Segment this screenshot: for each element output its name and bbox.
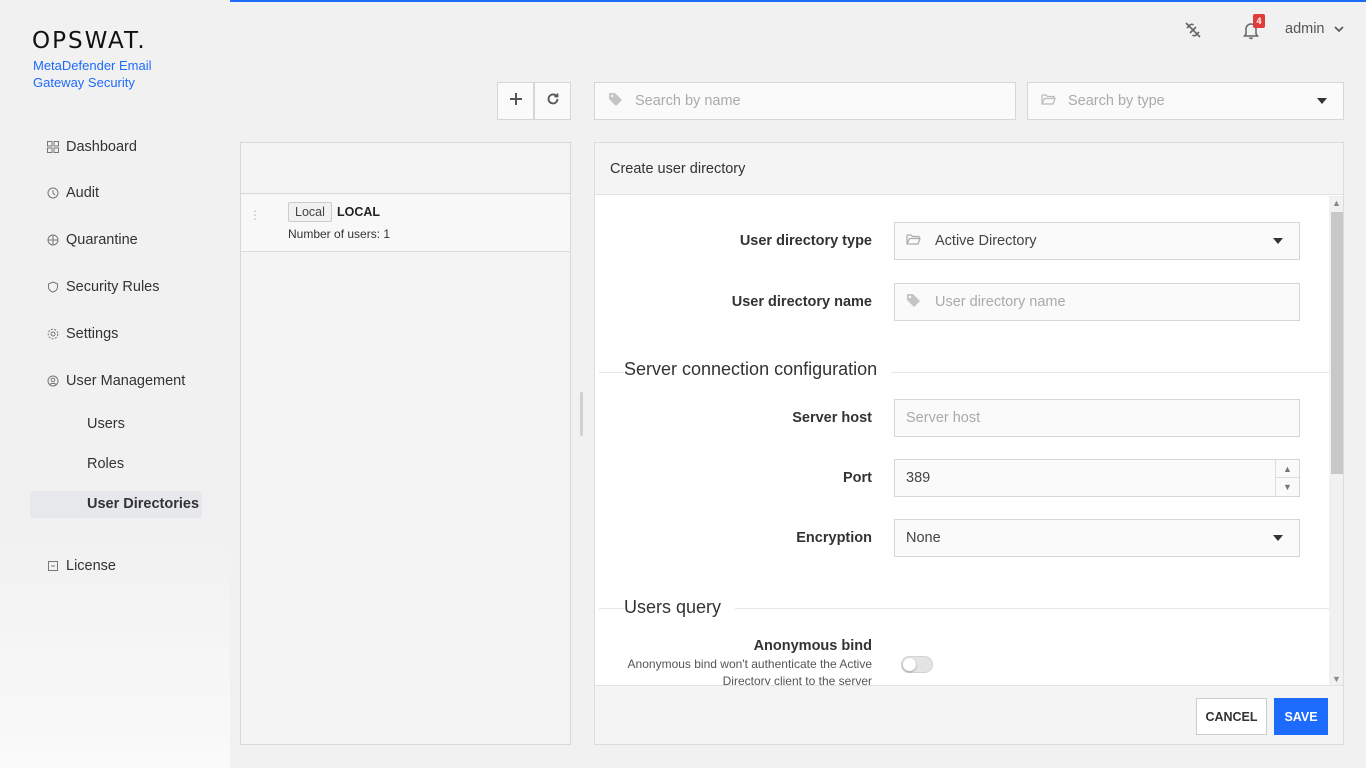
toggle-knob xyxy=(903,658,916,671)
scroll-up-icon[interactable]: ▲ xyxy=(1332,198,1341,208)
encryption-value: None xyxy=(906,530,941,546)
scroll-down-icon[interactable]: ▼ xyxy=(1332,674,1341,684)
server-connection-heading: Server connection configuration xyxy=(624,359,892,380)
sidebar-subitem-user-directories[interactable]: User Directories xyxy=(87,493,199,515)
sidebar-item-quarantine[interactable]: Quarantine xyxy=(46,229,138,251)
directory-type-value: Active Directory xyxy=(935,233,1037,249)
folder-open-icon xyxy=(1041,93,1056,110)
search-type-placeholder: Search by type xyxy=(1068,93,1165,109)
tag-icon xyxy=(608,92,623,111)
port-stepper[interactable]: 389 ▲ ▼ xyxy=(894,459,1300,497)
sidebar-item-audit[interactable]: Audit xyxy=(46,182,99,204)
form-title: Create user directory xyxy=(595,143,1343,195)
search-by-name-input[interactable]: Search by name xyxy=(594,82,1016,120)
decrement-icon[interactable]: ▼ xyxy=(1276,478,1299,496)
tag-icon xyxy=(906,293,921,311)
list-item[interactable]: ⋮ Local LOCAL Number of users: 1 xyxy=(241,195,570,252)
plus-icon xyxy=(509,92,523,111)
drag-handle-icon[interactable]: ⋮ xyxy=(249,209,261,221)
encryption-label: Encryption xyxy=(796,530,872,546)
list-header xyxy=(241,143,570,194)
sidebar-item-settings[interactable]: Settings xyxy=(46,323,118,345)
encryption-select[interactable]: None xyxy=(894,519,1300,557)
directory-name-placeholder: User directory name xyxy=(935,294,1066,310)
directory-user-count: Number of users: 1 xyxy=(288,227,391,241)
cancel-button[interactable]: CANCEL xyxy=(1196,698,1267,735)
host-label: Server host xyxy=(792,410,872,426)
user-name: admin xyxy=(1285,21,1325,37)
top-accent-line xyxy=(31,0,1366,2)
refresh-icon xyxy=(546,92,560,111)
panel-resize-handle[interactable] xyxy=(580,392,583,436)
sidebar: OPSWAT. MetaDefender Email Gateway Secur… xyxy=(0,0,230,768)
add-button[interactable] xyxy=(497,82,534,120)
directory-name: LOCAL xyxy=(337,205,381,219)
port-spinner: ▲ ▼ xyxy=(1275,460,1299,496)
create-directory-form: Create user directory ▲ ▼ User directory… xyxy=(594,142,1344,745)
shield-icon xyxy=(46,281,59,294)
notification-badge: 4 xyxy=(1253,14,1265,28)
sidebar-item-label: Quarantine xyxy=(66,232,138,248)
license-icon xyxy=(46,560,59,573)
type-label: User directory type xyxy=(739,233,872,249)
caret-down-icon xyxy=(1273,238,1283,244)
anonymous-bind-label: Anonymous bind xyxy=(753,638,872,654)
port-label: Port xyxy=(843,470,872,486)
product-name: MetaDefender Email Gateway Security xyxy=(33,58,152,90)
audit-icon xyxy=(46,187,59,200)
form-scrollbar[interactable]: ▲ ▼ xyxy=(1329,196,1343,686)
sidebar-subitem-roles[interactable]: Roles xyxy=(87,453,124,475)
gear-icon xyxy=(46,328,59,341)
users-query-heading: Users query xyxy=(624,597,736,618)
refresh-button[interactable] xyxy=(534,82,571,120)
sidebar-item-label: User Management xyxy=(66,373,186,389)
caret-down-icon xyxy=(1317,98,1327,104)
directory-list-panel: ⋮ Local LOCAL Number of users: 1 xyxy=(240,142,571,745)
unlink-icon[interactable] xyxy=(1184,21,1202,44)
form-footer: CANCEL SAVE xyxy=(595,685,1343,744)
sidebar-item-label: Settings xyxy=(66,326,119,342)
sidebar-item-label: Security Rules xyxy=(66,279,160,295)
grid-icon xyxy=(46,141,59,154)
sidebar-item-security-rules[interactable]: Security Rules xyxy=(46,276,159,298)
sidebar-subitem-users[interactable]: Users xyxy=(87,413,125,435)
opswat-logo[interactable]: OPSWAT. xyxy=(32,28,147,54)
sidebar-item-label: Audit xyxy=(66,185,100,201)
globe-icon xyxy=(46,234,59,247)
caret-down-icon xyxy=(1273,535,1283,541)
sidebar-item-label: License xyxy=(66,558,116,574)
directory-type-select[interactable]: Active Directory xyxy=(894,222,1300,260)
user-circle-icon xyxy=(46,375,59,388)
sidebar-item-dashboard[interactable]: Dashboard xyxy=(46,136,137,158)
name-label: User directory name xyxy=(731,294,872,310)
chevron-down-icon xyxy=(1333,21,1344,37)
directory-type-tag: Local xyxy=(288,202,332,222)
user-menu[interactable]: admin xyxy=(1285,21,1344,37)
server-host-placeholder: Server host xyxy=(906,410,981,426)
folder-open-icon xyxy=(906,233,921,249)
search-name-placeholder: Search by name xyxy=(635,93,741,109)
search-by-type-select[interactable]: Search by type xyxy=(1027,82,1344,120)
directory-name-input[interactable]: User directory name xyxy=(894,283,1300,321)
increment-icon[interactable]: ▲ xyxy=(1276,460,1299,478)
server-host-input[interactable]: Server host xyxy=(894,399,1300,437)
sidebar-item-label: Dashboard xyxy=(66,139,137,155)
port-value: 389 xyxy=(906,470,931,486)
save-button[interactable]: SAVE xyxy=(1274,698,1328,735)
scroll-thumb[interactable] xyxy=(1331,212,1343,474)
sidebar-item-license[interactable]: License xyxy=(46,555,116,577)
sidebar-item-user-management[interactable]: User Management xyxy=(46,370,185,392)
anonymous-bind-toggle[interactable] xyxy=(901,656,933,673)
